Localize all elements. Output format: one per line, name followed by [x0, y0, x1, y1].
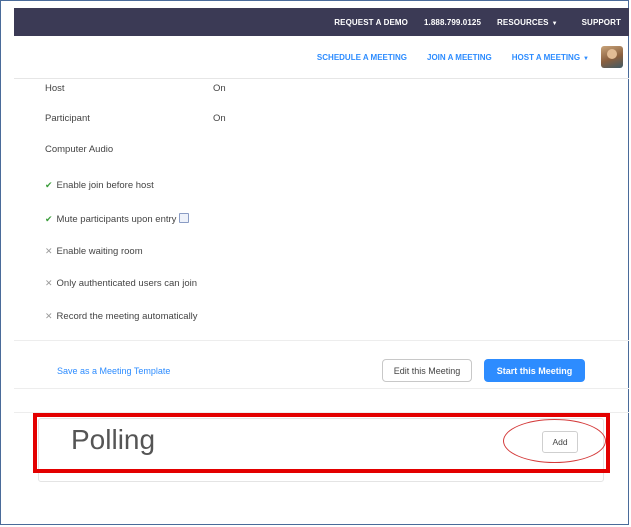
chevron-down-icon: ▼: [551, 20, 558, 27]
checkmark-icon: ✔: [45, 180, 53, 190]
host-video-row: Host On: [45, 83, 226, 94]
participant-label: Participant: [45, 113, 90, 124]
top-bar: REQUEST A DEMO 1.888.799.0125 RESOURCES ▼…: [14, 8, 629, 36]
edit-meeting-button[interactable]: Edit this Meeting: [382, 359, 472, 382]
option-label: Enable waiting room: [56, 246, 143, 257]
option-authenticated-users: ✕ Only authenticated users can join: [45, 278, 197, 289]
join-meeting-link[interactable]: JOIN A MEETING: [427, 53, 492, 62]
option-record-automatically: ✕ Record the meeting automatically: [45, 311, 198, 322]
resources-label: RESOURCES: [497, 17, 549, 27]
annotation-highlight-box: [33, 413, 610, 473]
main-nav: SCHEDULE A MEETING JOIN A MEETING HOST A…: [14, 36, 629, 79]
start-meeting-button[interactable]: Start this Meeting: [484, 359, 585, 382]
divider: [14, 388, 629, 389]
participant-video-row: Participant On: [45, 113, 226, 124]
phone-number[interactable]: 1.888.799.0125: [424, 18, 481, 27]
option-mute-on-entry: ✔ Mute participants upon entry: [45, 213, 190, 225]
host-value: On: [213, 83, 226, 94]
computer-audio-row: Computer Audio: [45, 144, 113, 155]
resources-menu[interactable]: RESOURCES ▼: [497, 18, 566, 27]
option-label: Record the meeting automatically: [56, 311, 198, 322]
participant-value: On: [213, 113, 226, 124]
support-link[interactable]: SUPPORT: [582, 18, 621, 27]
cross-icon: ✕: [45, 246, 53, 256]
host-meeting-menu[interactable]: HOST A MEETING ▼: [512, 53, 589, 62]
host-meeting-label: HOST A MEETING: [511, 52, 581, 62]
option-label: Enable join before host: [56, 180, 154, 191]
option-waiting-room: ✕ Enable waiting room: [45, 246, 143, 257]
checkmark-icon: ✔: [45, 214, 53, 224]
divider: [14, 340, 629, 341]
info-icon[interactable]: [179, 213, 190, 223]
option-join-before-host: ✔ Enable join before host: [45, 180, 154, 191]
request-demo-link[interactable]: REQUEST A DEMO: [334, 18, 408, 27]
schedule-meeting-link[interactable]: SCHEDULE A MEETING: [317, 53, 407, 62]
host-label: Host: [45, 83, 65, 94]
chevron-down-icon: ▼: [583, 55, 589, 62]
option-label: Mute participants upon entry: [56, 214, 177, 225]
save-template-link[interactable]: Save as a Meeting Template: [57, 366, 170, 376]
cross-icon: ✕: [45, 278, 53, 288]
option-label: Only authenticated users can join: [56, 278, 198, 289]
cross-icon: ✕: [45, 311, 53, 321]
computer-audio-label: Computer Audio: [45, 144, 114, 155]
avatar[interactable]: [601, 46, 623, 68]
